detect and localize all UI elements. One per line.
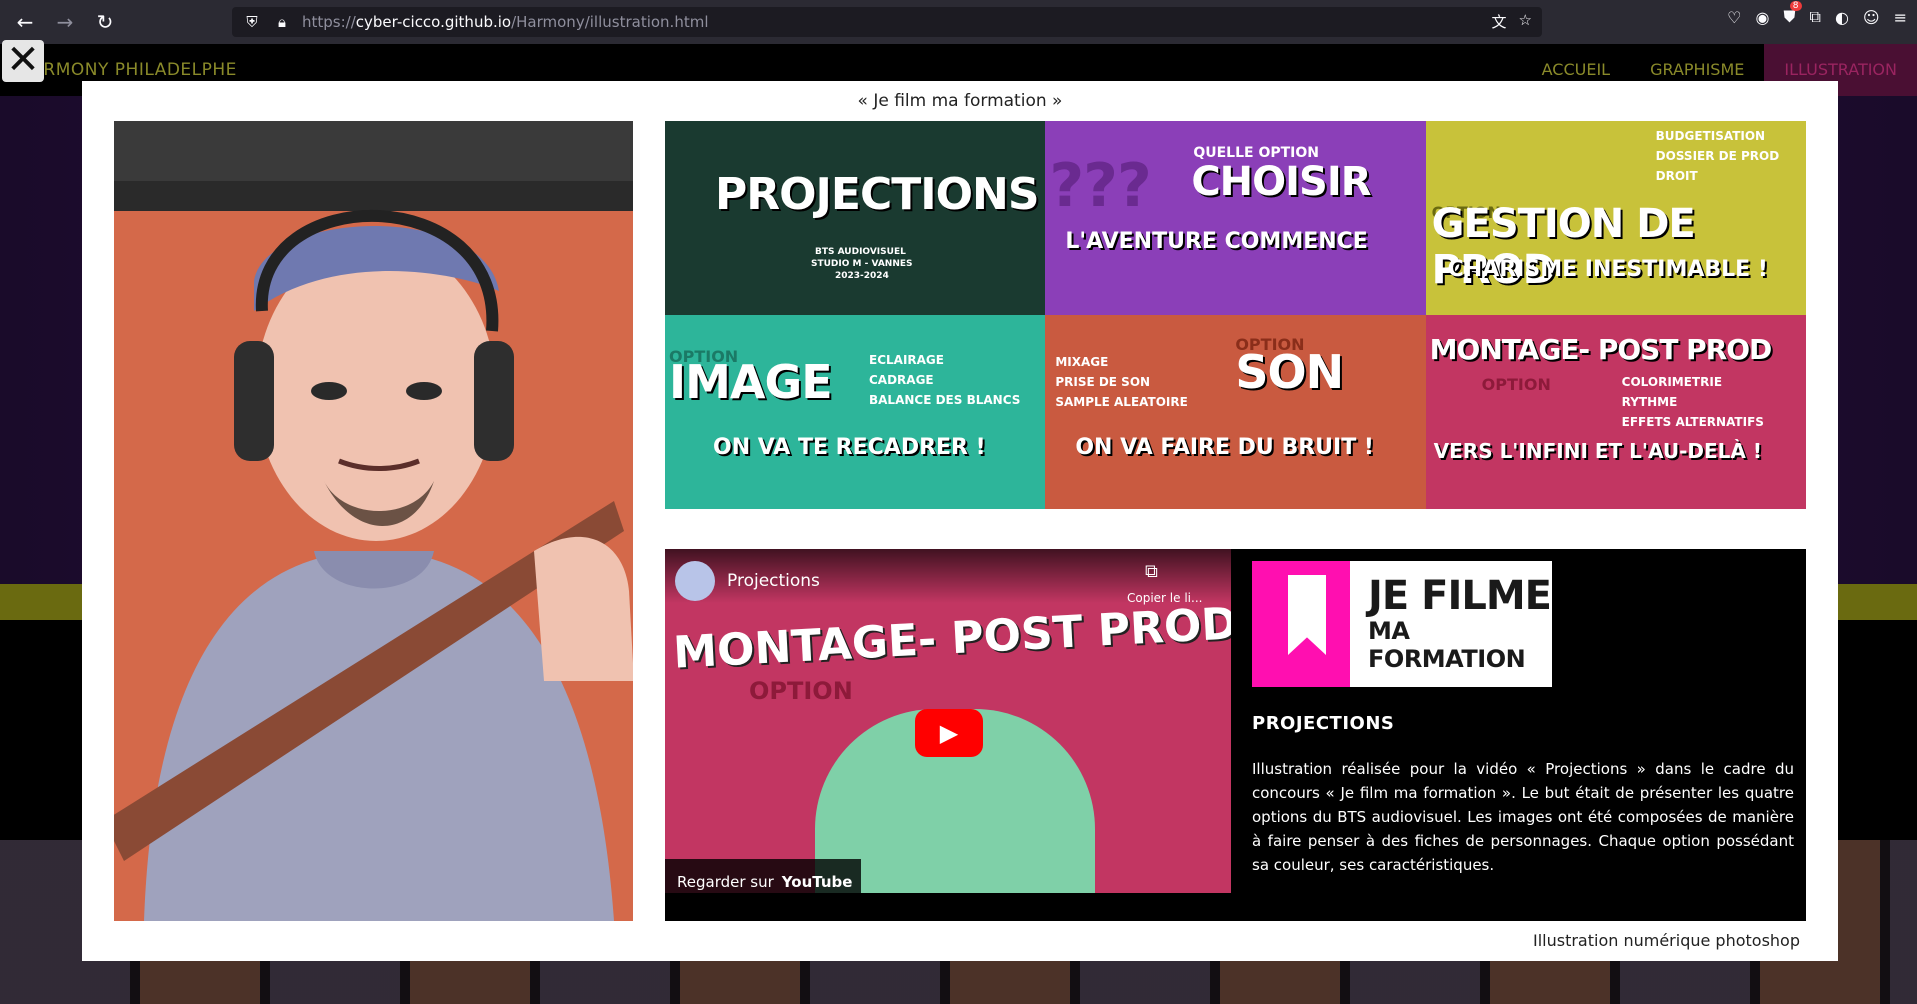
portrait-drawing (114, 121, 633, 921)
card-son-subtitle: ON VA FAIRE DU BRUIT ! (1075, 435, 1374, 460)
browser-toolbar: ← → ↻ ⛨ 🔒︎ https://cyber-cicco.github.io… (0, 0, 1917, 44)
card-son-skill1: MIXAGE (1055, 355, 1109, 369)
je-filme-ma-formation-logo: JE FILME MA FORMATION (1252, 561, 1552, 687)
translate-icon[interactable]: 文 (1492, 11, 1507, 32)
video-thumbnail-option: OPTION (749, 677, 853, 705)
extension-badge-count: 8 (1789, 1, 1802, 11)
video-info-block: MONTAGE- POST PROD OPTION Projections ⧉ … (665, 549, 1806, 921)
card-gestion-skill2: DOSSIER DE PROD (1655, 149, 1780, 163)
card-montage[interactable]: MONTAGE- POST PROD OPTION COLORIMETRIE R… (1425, 315, 1806, 509)
illustration-modal: « Je film ma formation » PROJECTIONS BTS… (82, 81, 1838, 961)
card-projections-line1: BTS AUDIOVISUEL (815, 247, 906, 257)
channel-avatar[interactable] (675, 561, 715, 601)
back-arrow-icon[interactable]: ← (10, 7, 40, 37)
card-choisir[interactable]: ??? QUELLE OPTION CHOISIR L'AVENTURE COM… (1045, 121, 1426, 315)
profile-avatar-icon[interactable]: ☺ (1863, 8, 1880, 27)
card-montage-skill3: EFFETS ALTERNATIFS (1621, 415, 1764, 429)
card-projections[interactable]: PROJECTIONS BTS AUDIOVISUEL STUDIO M - V… (665, 121, 1046, 315)
portrait-illustration (114, 121, 633, 921)
lock-icon[interactable]: 🔒︎ (272, 13, 292, 31)
modal-title: « Je film ma formation » (857, 91, 1063, 111)
card-gestion-subtitle: CHARISME INESTIMABLE ! (1447, 257, 1768, 282)
card-projections-line2: STUDIO M - VANNES (811, 259, 913, 269)
card-choisir-question: ??? (1049, 151, 1151, 221)
card-gestion-skill1: BUDGETISATION (1655, 129, 1766, 143)
card-choisir-title: CHOISIR (1191, 159, 1371, 205)
extension-icon[interactable]: ◐ (1835, 8, 1849, 27)
logo-line2: MA FORMATION (1368, 617, 1526, 673)
card-projections-title: PROJECTIONS (715, 169, 1040, 220)
character-cards-grid: PROJECTIONS BTS AUDIOVISUEL STUDIO M - V… (665, 121, 1806, 509)
modal-caption: Illustration numérique photoshop (1532, 931, 1800, 950)
copy-link-icon[interactable]: ⧉ (1145, 561, 1158, 582)
tracking-shield-icon[interactable]: ⛨ (242, 13, 262, 31)
reload-icon[interactable]: ↻ (90, 7, 120, 37)
card-gestion-skill3: DROIT (1655, 169, 1698, 183)
card-montage-skill2: RYTHME (1621, 395, 1678, 409)
card-image-title: IMAGE (669, 355, 833, 409)
url-text[interactable]: https://cyber-cicco.github.io/Harmony/il… (302, 13, 708, 31)
card-montage-title: MONTAGE- POST PROD (1429, 333, 1773, 366)
card-image-skill3: BALANCE DES BLANCS (869, 393, 1021, 407)
card-son-skill3: SAMPLE ALEATOIRE (1055, 395, 1188, 409)
bookmark-logo-icon (1252, 561, 1351, 687)
card-son[interactable]: MIXAGE PRISE DE SON SAMPLE ALEATOIRE OPT… (1045, 315, 1426, 509)
forward-arrow-icon[interactable]: → (50, 7, 80, 37)
youtube-embed[interactable]: MONTAGE- POST PROD OPTION Projections ⧉ … (665, 549, 1231, 893)
card-image-subtitle: ON VA TE RECADRER ! (713, 435, 986, 460)
site-brand[interactable]: HARMONY PHILADELPHE (18, 60, 237, 80)
extensions-puzzle-icon[interactable]: ⧉ (1810, 7, 1821, 27)
watch-on-label: Regarder sur (677, 873, 774, 891)
menu-hamburger-icon[interactable]: ≡ (1894, 8, 1907, 27)
close-modal-button[interactable]: ✕ (2, 40, 44, 82)
youtube-logo-icon: YouTube (781, 873, 853, 891)
card-montage-skill1: COLORIMETRIE (1621, 375, 1723, 389)
card-gestion-prod[interactable]: BUDGETISATION DOSSIER DE PROD DROIT OPTI… (1425, 121, 1806, 315)
card-projections-line3: 2023-2024 (835, 271, 889, 281)
ublock-extension-icon[interactable]: ⛊ 8 (1783, 1, 1802, 27)
video-title[interactable]: Projections (727, 571, 820, 591)
bookmark-star-icon[interactable]: ☆ (1519, 11, 1532, 32)
card-son-title: SON (1235, 345, 1344, 399)
card-image[interactable]: OPTION IMAGE ECLAIRAGE CADRAGE BALANCE D… (665, 315, 1046, 509)
card-choisir-subtitle: L'AVENTURE COMMENCE (1065, 229, 1368, 254)
address-bar[interactable]: ⛨ 🔒︎ https://cyber-cicco.github.io/Harmo… (232, 7, 1542, 37)
logo-line1: JE FILME (1368, 573, 1552, 619)
project-heading: PROJECTIONS (1252, 713, 1395, 734)
account-icon[interactable]: ◉ (1756, 8, 1770, 27)
card-image-skill1: ECLAIRAGE (869, 353, 944, 367)
copy-link-label[interactable]: Copier le li... (1127, 591, 1202, 605)
video-thumbnail-title: MONTAGE- POST PROD (672, 598, 1231, 679)
pocket-icon[interactable]: ♡ (1727, 8, 1741, 27)
card-montage-option: OPTION (1481, 375, 1551, 394)
card-image-skill2: CADRAGE (869, 373, 934, 387)
watch-on-youtube-button[interactable]: Regarder sur YouTube (665, 859, 861, 893)
card-son-skill2: PRISE DE SON (1055, 375, 1151, 389)
project-description: Illustration réalisée pour la vidéo « Pr… (1252, 760, 1794, 874)
card-montage-subtitle: VERS L'INFINI ET L'AU-DELÀ ! (1433, 439, 1762, 463)
play-button[interactable]: ▶ (915, 709, 983, 757)
play-icon: ▶ (939, 719, 959, 747)
